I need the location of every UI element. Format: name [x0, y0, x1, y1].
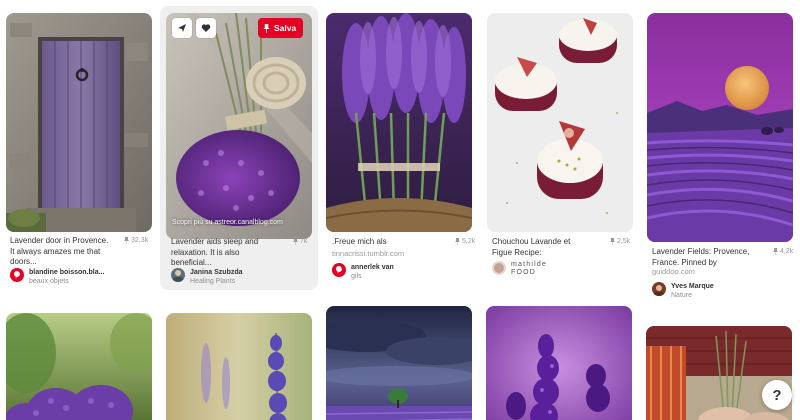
pin-icon [263, 23, 270, 33]
board-name[interactable]: Healing Plants [190, 277, 243, 286]
pin-card[interactable]: Lavender Fields: Provence, France. Pinne… [640, 0, 800, 310]
pin-description[interactable]: .Freue mich als [332, 237, 432, 248]
pin-image-fig-desserts[interactable] [487, 13, 633, 232]
pin-attribution[interactable]: blandine boisson.bla... beaux objets [10, 268, 104, 286]
send-icon [178, 24, 186, 32]
pinner-name[interactable]: annerlek van [351, 263, 394, 272]
board-name[interactable]: Nature [671, 291, 714, 300]
pin-image-lavender-bush-garden[interactable] [6, 313, 152, 420]
board-name[interactable]: gils [351, 272, 394, 281]
avatar[interactable] [171, 268, 185, 282]
pin-attribution[interactable]: mathilde FOOD [492, 261, 547, 277]
pin-description[interactable]: Chouchou Lavande et Figue Recipe: [492, 237, 592, 258]
pin-card[interactable]: Salva Scopri più su astreor.canalblog.co… [160, 6, 320, 292]
avatar[interactable] [652, 282, 666, 296]
pin-count-icon [293, 238, 298, 245]
pin-attribution[interactable]: Yves Marque Nature [652, 282, 714, 300]
pin-image-storm-lavender-tree[interactable] [326, 306, 472, 420]
pin-count-icon [455, 238, 460, 245]
pin-card[interactable]: Lavender door in Provence. It always ama… [0, 0, 160, 300]
pinner-name[interactable]: Janina Szubzda [190, 268, 243, 277]
pin-domain[interactable]: guiddoo.com [652, 267, 695, 276]
pin-card[interactable]: Chouchou Lavande et Figue Recipe: 2,5k m… [480, 0, 640, 300]
pin-image-lavender-field-moon[interactable] [647, 13, 793, 242]
heart-icon [201, 24, 211, 32]
send-button[interactable] [172, 18, 192, 38]
pin-image-lavender-door[interactable] [6, 13, 152, 232]
pin-count-icon [773, 248, 778, 255]
pin-attribution[interactable]: annerlek van gils [332, 263, 394, 281]
save-count-value: 7k [300, 238, 308, 245]
pinner-name[interactable]: Yves Marque [671, 282, 714, 291]
save-count: 2,5k [610, 238, 630, 245]
pin-image-lavender-bundle-twine[interactable] [166, 13, 312, 239]
save-count-value: 32,3k [131, 237, 149, 244]
pinner-name[interactable]: mathilde [511, 261, 547, 269]
pin-description[interactable]: Lavender Fields: Provence, France. Pinne… [652, 247, 752, 268]
pin-image-lavender-stalk-closeup[interactable] [166, 313, 312, 420]
save-button-label: Salva [274, 23, 297, 33]
save-button[interactable]: Salva [258, 18, 304, 38]
pin-image-lavender-flowers-purple[interactable] [486, 306, 632, 420]
save-count: 7k [293, 238, 307, 245]
pin-count-icon [124, 237, 129, 244]
avatar[interactable] [10, 268, 24, 282]
source-link[interactable]: Scopri più su astreor.canalblog.com [172, 219, 283, 226]
board-name[interactable]: beaux objets [29, 277, 104, 286]
save-count-value: 2,5k [617, 238, 631, 245]
pin-attribution[interactable]: Janina Szubzda Healing Plants [171, 268, 243, 286]
pin-count-icon [610, 238, 615, 245]
pin-description[interactable]: Lavender aids sleep and relaxation. It i… [171, 237, 271, 269]
pin-image-lavender-bundles-basket[interactable] [326, 13, 472, 232]
help-button[interactable]: ? [762, 380, 792, 410]
save-count: 32,3k [124, 237, 148, 244]
pin-card[interactable]: .Freue mich als 5,2k tinnacrissi.tumblr.… [320, 0, 480, 300]
pinner-name[interactable]: blandine boisson.bla... [29, 268, 104, 277]
pin-domain[interactable]: tinnacrissi.tumblr.com [332, 249, 404, 258]
save-count-value: 5,2k [462, 238, 476, 245]
save-count: 4,2k [773, 248, 793, 255]
like-button[interactable] [196, 18, 216, 38]
save-count-value: 4,2k [780, 248, 794, 255]
pin-description[interactable]: Lavender door in Provence. It always ama… [10, 236, 110, 268]
save-count: 5,2k [455, 238, 475, 245]
pinner-subtitle[interactable]: FOOD [511, 269, 547, 277]
avatar[interactable] [492, 261, 506, 275]
avatar[interactable] [332, 263, 346, 277]
